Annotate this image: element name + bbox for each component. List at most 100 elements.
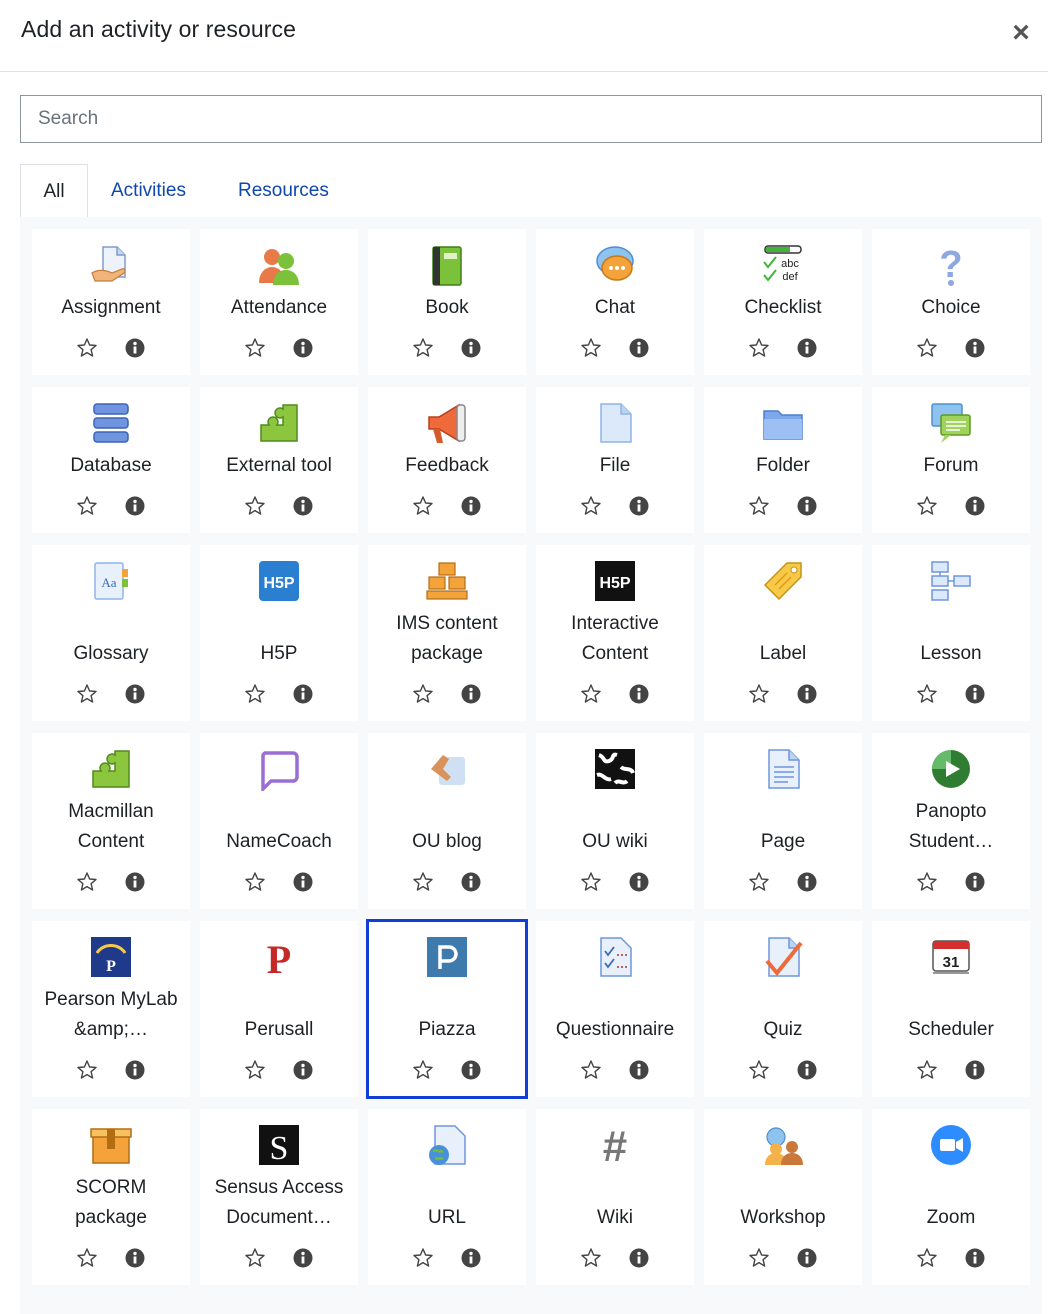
info-icon[interactable] [292,337,314,359]
activity-tile-folder[interactable]: Folder [704,387,862,533]
star-icon[interactable] [916,683,938,705]
info-icon[interactable] [796,1247,818,1269]
search-input[interactable] [20,95,1042,143]
info-icon[interactable] [460,1247,482,1269]
star-icon[interactable] [580,683,602,705]
info-icon[interactable] [124,871,146,893]
star-icon[interactable] [916,495,938,517]
info-icon[interactable] [964,1059,986,1081]
star-icon[interactable] [916,1247,938,1269]
info-icon[interactable] [628,495,650,517]
activity-tile-perusall[interactable]: P Perusall [200,921,358,1097]
info-icon[interactable] [964,871,986,893]
info-icon[interactable] [292,495,314,517]
activity-tile-sensus[interactable]: S Sensus Access Document… [200,1109,358,1285]
activity-tile-piazza[interactable]: Piazza [366,919,528,1099]
close-icon[interactable]: × [1006,18,1036,48]
star-icon[interactable] [412,1059,434,1081]
activity-tile-url[interactable]: URL [368,1109,526,1285]
star-icon[interactable] [748,337,770,359]
info-icon[interactable] [460,683,482,705]
info-icon[interactable] [460,495,482,517]
info-icon[interactable] [964,495,986,517]
star-icon[interactable] [76,871,98,893]
info-icon[interactable] [124,1059,146,1081]
star-icon[interactable] [412,495,434,517]
star-icon[interactable] [580,495,602,517]
info-icon[interactable] [964,1247,986,1269]
star-icon[interactable] [412,683,434,705]
activity-tile-wiki[interactable]: # Wiki [536,1109,694,1285]
info-icon[interactable] [628,1059,650,1081]
star-icon[interactable] [76,1059,98,1081]
star-icon[interactable] [748,495,770,517]
star-icon[interactable] [412,871,434,893]
info-icon[interactable] [628,871,650,893]
star-icon[interactable] [244,683,266,705]
star-icon[interactable] [580,337,602,359]
star-icon[interactable] [76,337,98,359]
star-icon[interactable] [76,1247,98,1269]
info-icon[interactable] [292,1059,314,1081]
activity-tile-workshop[interactable]: Workshop [704,1109,862,1285]
activity-tile-namecoach[interactable]: NameCoach [200,733,358,909]
star-icon[interactable] [580,871,602,893]
info-icon[interactable] [964,683,986,705]
activity-tile-macmillan[interactable]: Macmillan Content [32,733,190,909]
tab-all[interactable]: All [20,164,88,218]
info-icon[interactable] [292,683,314,705]
activity-tile-database[interactable]: Database [32,387,190,533]
star-icon[interactable] [412,1247,434,1269]
info-icon[interactable] [124,1247,146,1269]
activity-tile-page[interactable]: Page [704,733,862,909]
star-icon[interactable] [244,1247,266,1269]
info-icon[interactable] [796,495,818,517]
info-icon[interactable] [460,337,482,359]
star-icon[interactable] [244,337,266,359]
info-icon[interactable] [124,683,146,705]
info-icon[interactable] [628,337,650,359]
activity-tile-assignment[interactable]: Assignment [32,229,190,375]
activity-tile-scheduler[interactable]: 31 Scheduler [872,921,1030,1097]
activity-tile-zoom[interactable]: Zoom [872,1109,1030,1285]
activity-tile-questionnaire[interactable]: Questionnaire [536,921,694,1097]
info-icon[interactable] [292,1247,314,1269]
star-icon[interactable] [580,1247,602,1269]
activity-tile-pearson[interactable]: P Pearson MyLab &amp;… [32,921,190,1097]
activity-tile-ims-package[interactable]: IMS content package [368,545,526,721]
activity-tile-attendance[interactable]: Attendance [200,229,358,375]
star-icon[interactable] [748,1247,770,1269]
star-icon[interactable] [76,495,98,517]
info-icon[interactable] [796,337,818,359]
info-icon[interactable] [628,1247,650,1269]
star-icon[interactable] [748,871,770,893]
star-icon[interactable] [244,1059,266,1081]
activity-tile-interactive-content[interactable]: H5P Interactive Content [536,545,694,721]
activity-tile-book[interactable]: Book [368,229,526,375]
star-icon[interactable] [916,1059,938,1081]
info-icon[interactable] [628,683,650,705]
activity-tile-choice[interactable]: ? Choice [872,229,1030,375]
star-icon[interactable] [244,871,266,893]
activity-tile-lesson[interactable]: Lesson [872,545,1030,721]
activity-tile-scorm[interactable]: SCORM package [32,1109,190,1285]
activity-tile-ou-blog[interactable]: OU blog [368,733,526,909]
activity-tile-h5p[interactable]: H5P H5P [200,545,358,721]
info-icon[interactable] [964,337,986,359]
info-icon[interactable] [292,871,314,893]
activity-tile-quiz[interactable]: Quiz [704,921,862,1097]
activity-tile-checklist[interactable]: abc def Checklist [704,229,862,375]
info-icon[interactable] [124,495,146,517]
star-icon[interactable] [580,1059,602,1081]
tab-activities[interactable]: Activities [111,164,186,218]
activity-tile-panopto[interactable]: Panopto Student… [872,733,1030,909]
star-icon[interactable] [244,495,266,517]
star-icon[interactable] [76,683,98,705]
star-icon[interactable] [748,1059,770,1081]
info-icon[interactable] [796,871,818,893]
activity-tile-external-tool[interactable]: External tool [200,387,358,533]
info-icon[interactable] [796,1059,818,1081]
tab-resources[interactable]: Resources [238,164,329,218]
activity-tile-glossary[interactable]: Aa Glossary [32,545,190,721]
activity-tile-chat[interactable]: Chat [536,229,694,375]
